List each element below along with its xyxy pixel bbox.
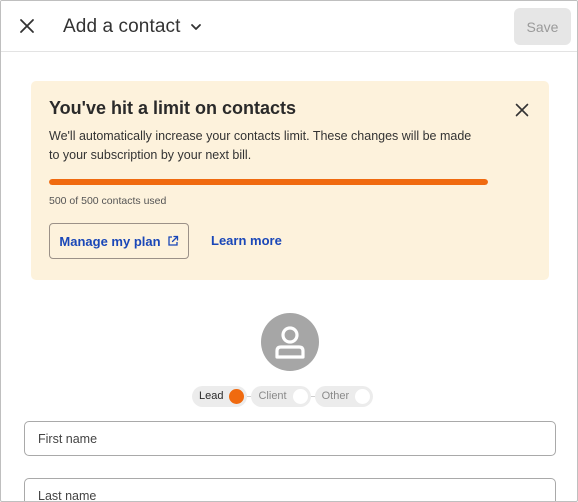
chevron-down-icon bbox=[190, 24, 201, 30]
banner-title: You've hit a limit on contacts bbox=[49, 98, 296, 118]
user-icon bbox=[275, 326, 305, 359]
usage-progress-fill bbox=[49, 179, 488, 185]
close-button[interactable] bbox=[15, 14, 39, 38]
save-button[interactable]: Save bbox=[514, 8, 571, 45]
close-icon bbox=[20, 19, 34, 33]
manage-plan-button[interactable]: Manage my plan bbox=[49, 223, 189, 259]
first-name-placeholder: First name bbox=[38, 431, 98, 446]
last-name-placeholder: Last name bbox=[38, 488, 97, 502]
usage-progress-bar bbox=[49, 179, 488, 185]
contact-type-label: Client bbox=[258, 390, 287, 402]
banner-close-button[interactable] bbox=[513, 101, 531, 119]
contact-type-label: Lead bbox=[199, 390, 224, 402]
usage-text: 500 of 500 contacts used bbox=[49, 195, 167, 207]
dialog-header: Add a contact Save bbox=[1, 1, 577, 52]
manage-plan-label: Manage my plan bbox=[59, 233, 161, 249]
title-dropdown[interactable]: Add a contact bbox=[63, 14, 203, 40]
first-name-field[interactable]: First name bbox=[24, 421, 556, 456]
close-icon bbox=[515, 103, 529, 117]
contact-type-selector: Lead Client Other bbox=[192, 385, 374, 407]
add-contact-dialog: Add a contact Save You've hit a limit on… bbox=[0, 0, 578, 502]
radio-dot bbox=[229, 388, 245, 404]
page-title: Add a contact bbox=[63, 16, 181, 37]
limit-banner: You've hit a limit on contacts We'll aut… bbox=[31, 81, 549, 280]
radio-dot bbox=[355, 388, 371, 404]
contact-type-label: Other bbox=[321, 390, 350, 402]
last-name-field[interactable]: Last name bbox=[24, 478, 556, 502]
banner-message: We'll automatically increase your contac… bbox=[49, 129, 472, 162]
contact-type-other[interactable]: Other bbox=[314, 385, 374, 407]
learn-more-link[interactable]: Learn more bbox=[211, 233, 282, 248]
contact-type-lead[interactable]: Lead bbox=[192, 385, 248, 407]
contact-type-client[interactable]: Client bbox=[251, 385, 311, 407]
external-link-icon bbox=[167, 235, 178, 246]
avatar[interactable] bbox=[261, 313, 319, 371]
radio-dot bbox=[292, 388, 308, 404]
